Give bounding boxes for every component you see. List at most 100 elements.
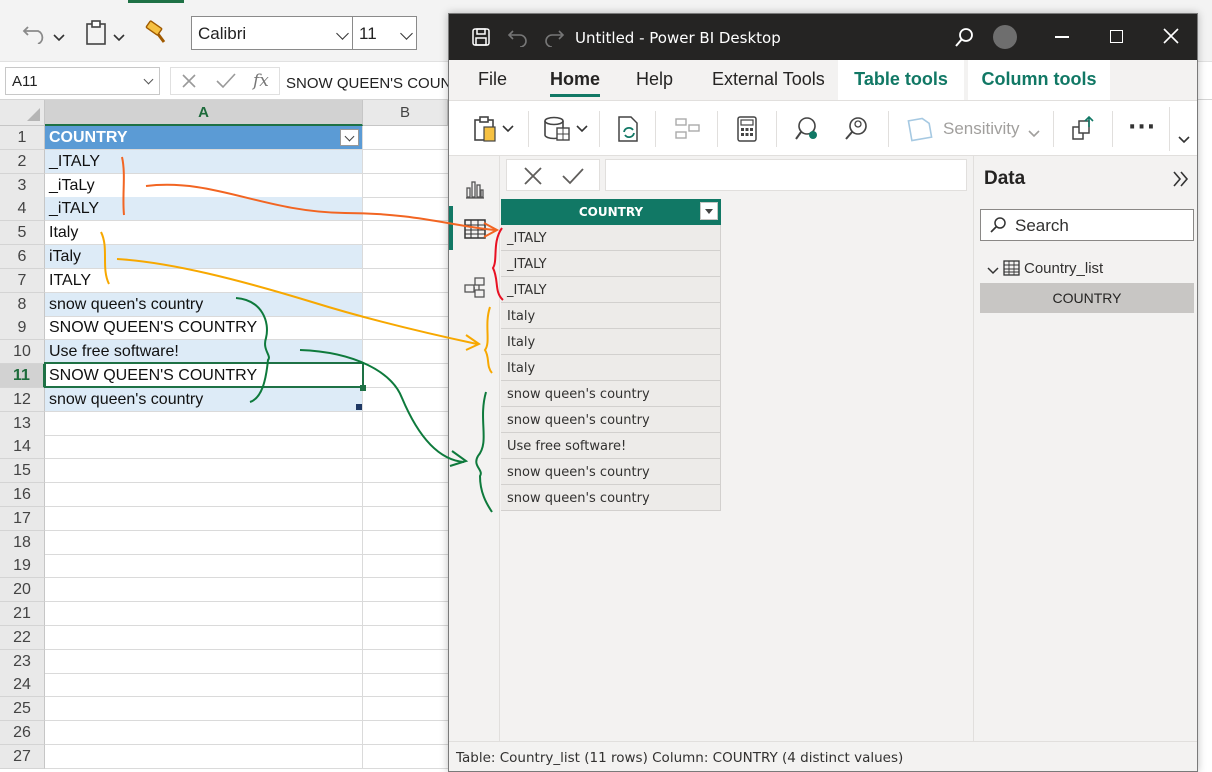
cell[interactable]: _ITALY <box>45 149 363 174</box>
table-row[interactable]: Italy <box>501 329 721 355</box>
row-header[interactable]: 3 <box>0 173 45 198</box>
data-search-input[interactable]: Search <box>980 209 1194 241</box>
table-row[interactable]: snow queen's country <box>501 459 721 485</box>
cell[interactable] <box>363 626 448 650</box>
cell[interactable]: SNOW QUEEN'S COUNTRY <box>45 316 363 341</box>
enter-icon[interactable] <box>215 71 237 96</box>
cell[interactable] <box>363 293 448 317</box>
row-header[interactable]: 21 <box>0 602 45 626</box>
dax-formula-input[interactable] <box>605 159 967 191</box>
get-data-icon[interactable] <box>543 115 588 143</box>
select-all-corner[interactable] <box>0 100 45 126</box>
cell[interactable] <box>363 364 448 388</box>
column-filter-icon[interactable] <box>700 202 718 220</box>
menu-external-tools[interactable]: External Tools <box>712 69 825 90</box>
cell[interactable] <box>45 697 363 722</box>
table-view-icon[interactable] <box>463 218 487 244</box>
cell[interactable] <box>363 435 448 460</box>
cell[interactable] <box>363 388 448 412</box>
cell[interactable]: ITALY <box>45 268 363 293</box>
row-header[interactable]: 20 <box>0 578 45 603</box>
name-box-chevron-icon[interactable] <box>143 74 154 85</box>
cell[interactable] <box>45 530 363 555</box>
row-header[interactable]: 5 <box>0 221 45 246</box>
row-header[interactable]: 8 <box>0 292 45 317</box>
cell[interactable] <box>363 673 448 698</box>
cell[interactable]: _iTALY <box>45 197 363 222</box>
table-row[interactable]: snow queen's country <box>501 407 721 433</box>
cell[interactable] <box>45 721 363 745</box>
row-header[interactable]: 9 <box>0 316 45 341</box>
tab-column-tools[interactable]: Column tools <box>968 60 1110 100</box>
cell[interactable] <box>45 578 363 603</box>
cell[interactable]: snow queen's country <box>45 292 363 317</box>
cell[interactable] <box>45 506 363 531</box>
row-header[interactable]: 23 <box>0 649 45 674</box>
undo-icon[interactable] <box>507 27 529 51</box>
cell[interactable] <box>45 673 363 698</box>
menu-home[interactable]: Home <box>550 69 601 97</box>
table-row[interactable]: Italy <box>501 355 721 381</box>
clipboard-icon[interactable] <box>84 20 108 49</box>
cell[interactable] <box>363 697 448 722</box>
cell[interactable]: Italy <box>45 221 363 246</box>
cell[interactable] <box>45 459 363 484</box>
cell[interactable]: Use free software! <box>45 340 363 365</box>
cell[interactable] <box>45 483 363 507</box>
cell[interactable] <box>363 650 448 674</box>
cell[interactable] <box>363 150 448 174</box>
row-header[interactable]: 17 <box>0 506 45 531</box>
table-row[interactable]: _ITALY <box>501 225 721 251</box>
name-box[interactable]: A11 <box>5 67 160 95</box>
publish-icon[interactable] <box>1069 115 1097 143</box>
cell[interactable]: iTaly <box>45 245 363 269</box>
format-painter-icon[interactable] <box>144 20 170 49</box>
font-size-box[interactable]: 11 <box>352 16 417 50</box>
refresh-icon[interactable] <box>615 115 643 143</box>
data-table-item[interactable]: Country_list <box>986 260 1103 277</box>
cell[interactable] <box>45 554 363 579</box>
row-header[interactable]: 19 <box>0 554 45 579</box>
cell[interactable] <box>363 721 448 745</box>
row-header[interactable]: 14 <box>0 435 45 460</box>
cell[interactable] <box>45 649 363 674</box>
row-header[interactable]: 1 <box>0 126 45 150</box>
paste-icon[interactable] <box>473 115 514 143</box>
font-name-box[interactable]: Calibri <box>191 16 353 50</box>
font-name-chevron-icon[interactable] <box>336 27 349 40</box>
cell[interactable] <box>363 578 448 603</box>
row-header[interactable]: 7 <box>0 268 45 293</box>
cell[interactable] <box>363 412 448 436</box>
model-view-icon[interactable] <box>463 276 487 304</box>
manage-roles-icon[interactable] <box>794 115 822 143</box>
row-header[interactable]: 2 <box>0 149 45 174</box>
row-header[interactable]: 18 <box>0 530 45 555</box>
row-header[interactable]: 26 <box>0 721 45 745</box>
row-header[interactable]: 12 <box>0 387 45 412</box>
row-header[interactable]: 10 <box>0 340 45 365</box>
enter-icon[interactable] <box>561 166 585 190</box>
menu-file[interactable]: File <box>478 69 507 90</box>
font-size-chevron-icon[interactable] <box>400 27 413 40</box>
cell[interactable] <box>363 126 448 150</box>
table-row[interactable]: snow queen's country <box>501 381 721 407</box>
cell[interactable] <box>363 459 448 484</box>
row-header[interactable]: 15 <box>0 459 45 484</box>
close-icon[interactable] <box>1163 28 1179 48</box>
view-as-icon[interactable] <box>843 115 871 143</box>
table-header-cell[interactable]: COUNTRY <box>45 126 363 150</box>
cell[interactable] <box>363 554 448 579</box>
minimize-icon[interactable] <box>1055 36 1069 38</box>
tab-table-tools[interactable]: Table tools <box>838 60 964 100</box>
fill-handle[interactable] <box>360 385 366 391</box>
data-field-country[interactable]: COUNTRY <box>980 283 1194 313</box>
column-header-a[interactable]: A <box>45 100 363 126</box>
cell[interactable] <box>363 602 448 626</box>
cell[interactable] <box>45 435 363 460</box>
row-header[interactable]: 16 <box>0 483 45 507</box>
cell[interactable] <box>363 531 448 555</box>
row-header[interactable]: 22 <box>0 625 45 650</box>
cell[interactable] <box>363 316 448 341</box>
cancel-icon[interactable] <box>523 166 543 190</box>
cell[interactable] <box>363 340 448 365</box>
